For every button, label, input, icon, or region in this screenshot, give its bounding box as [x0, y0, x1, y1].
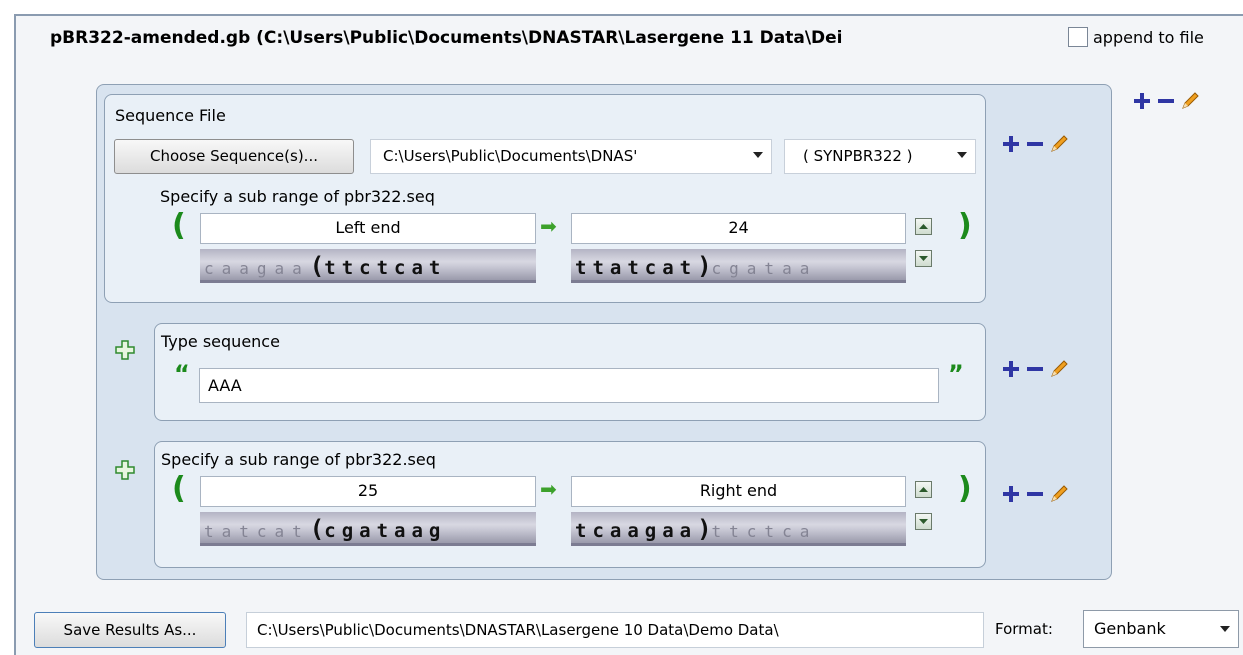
- outer-toolbar: [1131, 90, 1201, 112]
- chevron-down-icon: [957, 152, 967, 158]
- type-sequence-label: Type sequence: [161, 332, 280, 351]
- right-sequence-strip: tcaagaa)ttctca: [571, 512, 906, 546]
- left-sequence-strip: tatcat(cgataag: [200, 512, 536, 546]
- chevron-up-icon[interactable]: [915, 218, 932, 235]
- left-flank-sequence: tatcat: [204, 522, 310, 541]
- append-to-file-checkbox[interactable]: [1068, 27, 1088, 47]
- left-range-sequence: cgataag: [324, 520, 447, 542]
- green-plus-icon[interactable]: [114, 339, 136, 361]
- save-results-button[interactable]: Save Results As...: [34, 612, 226, 648]
- right-range-sequence: ttatcat: [575, 257, 698, 279]
- right-flank-sequence: ttctca: [711, 522, 818, 541]
- type-sequence-input[interactable]: AAA: [199, 368, 939, 403]
- minus-icon[interactable]: [1024, 133, 1046, 155]
- chevron-down-icon: [753, 152, 763, 158]
- sequence-path-value: C:\Users\Public\Documents\DNAS': [383, 147, 638, 165]
- format-dropdown[interactable]: Genbank: [1083, 610, 1239, 648]
- right-arrow-icon: ➡: [540, 214, 557, 238]
- left-end-input[interactable]: Left end: [200, 213, 536, 244]
- close-paren: ): [958, 208, 972, 243]
- minus-icon[interactable]: [1155, 90, 1177, 112]
- right-sequence-strip: ttatcat)cgataa: [571, 249, 906, 283]
- close-paren: ): [958, 471, 972, 506]
- sequence-name-dropdown[interactable]: ( SYNPBR322 ): [784, 139, 976, 174]
- green-plus-icon[interactable]: [114, 459, 136, 481]
- plus-icon[interactable]: [1131, 90, 1153, 112]
- close-quote: ”: [948, 360, 964, 388]
- subrange-label: Specify a sub range of pbr322.seq: [160, 187, 435, 206]
- right-end-input[interactable]: Right end: [571, 476, 906, 507]
- type-sequence-toolbar: [1000, 358, 1070, 380]
- subrange-toolbar: [1000, 483, 1070, 505]
- open-paren: (: [172, 471, 186, 506]
- plus-icon[interactable]: [1000, 133, 1022, 155]
- format-value: Genbank: [1094, 619, 1166, 638]
- append-to-file-label: append to file: [1093, 28, 1204, 47]
- open-quote: “: [174, 360, 190, 388]
- chevron-down-icon[interactable]: [915, 250, 932, 267]
- pencil-icon[interactable]: [1179, 90, 1201, 112]
- open-paren: (: [172, 208, 186, 243]
- chevron-up-icon[interactable]: [915, 481, 932, 498]
- pencil-icon[interactable]: [1048, 133, 1070, 155]
- right-end-input[interactable]: 24: [571, 213, 906, 244]
- right-flank-sequence: cgataa: [711, 259, 818, 278]
- close-paren: ): [697, 252, 712, 280]
- sequence-path-dropdown[interactable]: C:\Users\Public\Documents\DNAS': [370, 139, 772, 174]
- plus-icon[interactable]: [1000, 358, 1022, 380]
- chevron-down-icon[interactable]: [915, 513, 932, 530]
- open-paren: (: [309, 515, 325, 543]
- document-title: pBR322-amended.gb (C:\Users\Public\Docum…: [50, 28, 843, 48]
- plus-icon[interactable]: [1000, 483, 1022, 505]
- subrange-label: Specify a sub range of pbr322.seq: [161, 450, 436, 469]
- minus-icon[interactable]: [1024, 358, 1046, 380]
- left-sequence-strip: caagaa(ttctcat: [200, 249, 536, 283]
- pencil-icon[interactable]: [1048, 358, 1070, 380]
- pencil-icon[interactable]: [1048, 483, 1070, 505]
- chevron-down-icon: [1220, 626, 1230, 632]
- left-end-input[interactable]: 25: [200, 476, 536, 507]
- choose-sequence-button[interactable]: Choose Sequence(s)...: [114, 139, 354, 174]
- minus-icon[interactable]: [1024, 483, 1046, 505]
- sequence-file-toolbar: [1000, 133, 1070, 155]
- sequence-name-value: ( SYNPBR322 ): [803, 147, 913, 165]
- right-arrow-icon: ➡: [540, 477, 557, 501]
- sequence-file-label: Sequence File: [115, 106, 226, 125]
- right-range-sequence: tcaagaa: [575, 520, 698, 542]
- left-range-sequence: ttctcat: [324, 257, 447, 279]
- open-paren: (: [309, 252, 325, 280]
- close-paren: ): [697, 515, 712, 543]
- format-label: Format:: [995, 620, 1053, 638]
- save-path-input[interactable]: C:\Users\Public\Documents\DNASTAR\Laserg…: [246, 612, 984, 648]
- left-flank-sequence: caagaa: [204, 259, 310, 278]
